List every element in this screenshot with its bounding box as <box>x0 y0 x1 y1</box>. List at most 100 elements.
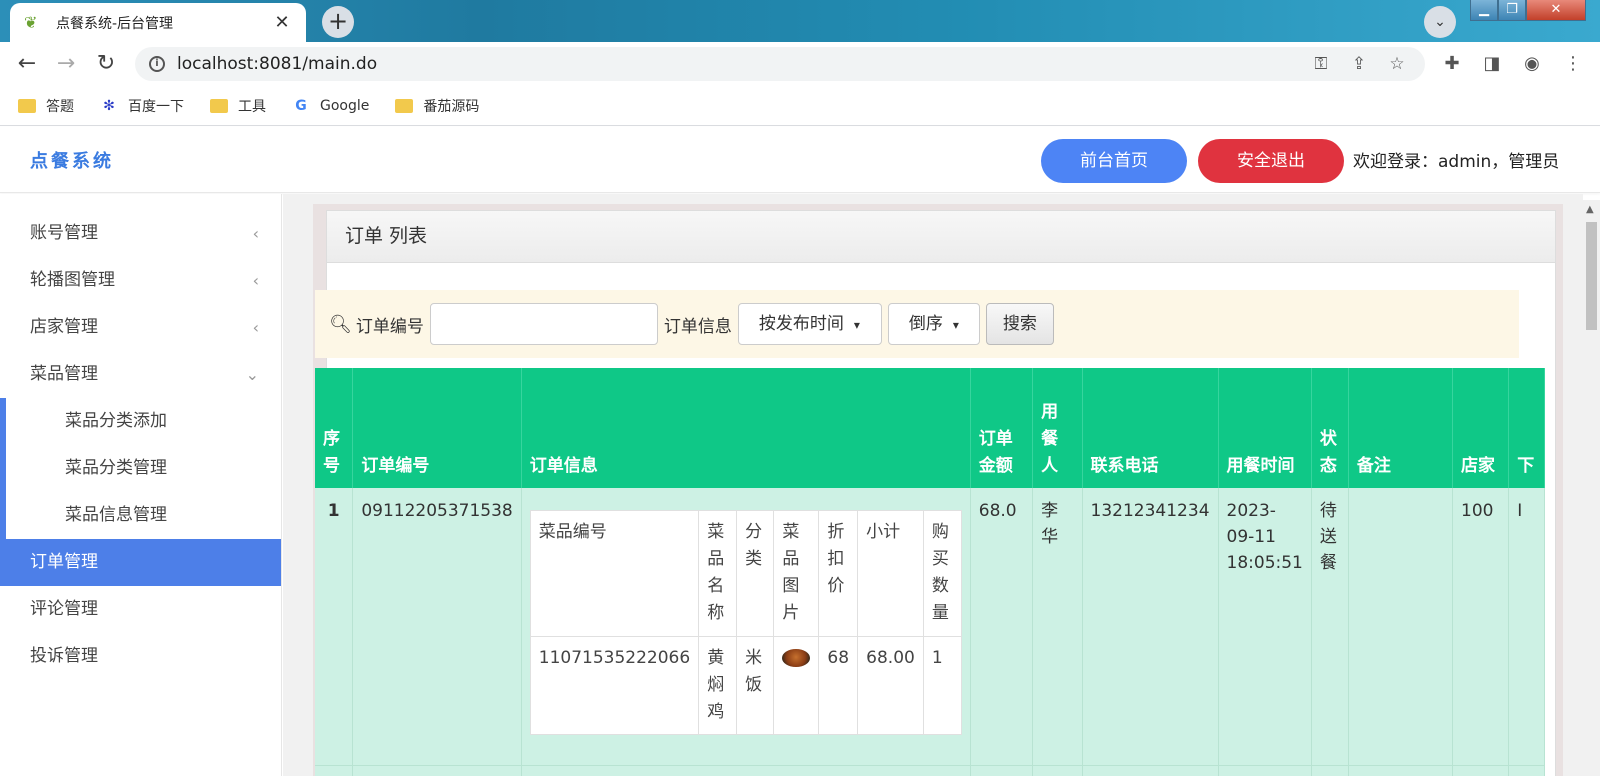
maximize-icon[interactable]: ❐ <box>1498 0 1526 21</box>
address-toolbar: ← → ↻ i localhost:8081/main.do ⚿ ⇪ ☆ ✚ ◨… <box>0 42 1600 86</box>
table-row[interactable] <box>315 765 1545 776</box>
order-items-table: 菜品编号 菜品名称 分类 菜品图片 折扣价 小计 购买数量 1107153522… <box>529 510 962 735</box>
cell-index: 1 <box>315 488 354 766</box>
inner-cell-subtotal: 68.00 <box>857 636 924 735</box>
scrollbar-thumb[interactable] <box>1586 222 1597 330</box>
col-order-info: 订单信息 <box>521 368 971 488</box>
sidebar-subitem-category-add[interactable]: 菜品分类添加 <box>6 398 281 445</box>
sort-field-select[interactable]: 按发布时间 ▾ <box>737 303 882 345</box>
sort-field-value: 按发布时间 <box>758 314 844 334</box>
inner-col-category: 分类 <box>736 510 775 637</box>
table-row[interactable]: 1 09112205371538 菜品编号 菜品名称 分类 菜品图片 折扣价 小… <box>315 488 1545 766</box>
sort-order-select[interactable]: 倒序 ▾ <box>887 303 980 345</box>
panel-title: 订单 列表 <box>327 211 1555 263</box>
browser-tab-strip: ❦ 点餐系统-后台管理 ✕ + ⌄ ▁ ❐ ✕ <box>0 0 1600 42</box>
bookmark-label: 番茄源码 <box>423 98 480 115</box>
cell-shop: 100 <box>1452 488 1510 766</box>
bookmark-label: Google <box>320 97 370 114</box>
order-no-input[interactable] <box>429 303 658 345</box>
brand-title[interactable]: 点餐系统 <box>30 147 114 173</box>
chevron-down-icon: ▾ <box>952 318 959 332</box>
search-bar: 🔍︎ 订单编号 订单信息 按发布时间 ▾ 倒序 ▾ 搜索 <box>315 290 1519 358</box>
inner-col-dish-no: 菜品编号 <box>529 510 700 637</box>
inner-cell-image <box>773 636 820 735</box>
omnibox[interactable]: i localhost:8081/main.do ⚿ ⇪ ☆ <box>135 47 1425 81</box>
folder-icon <box>18 98 36 113</box>
cell-order-info: 菜品编号 菜品名称 分类 菜品图片 折扣价 小计 购买数量 1107153522… <box>521 488 971 766</box>
cell-remark <box>1348 488 1454 766</box>
bookmark-item[interactable]: 工具 <box>210 96 266 116</box>
sidebar-item-dishes[interactable]: 菜品管理 ⌄ <box>0 351 281 398</box>
back-arrow-icon[interactable]: ← <box>13 50 41 78</box>
chevron-down-icon: ▾ <box>853 318 860 332</box>
side-panel-icon[interactable]: ◨ <box>1479 51 1505 77</box>
tab-search-chevron-icon[interactable]: ⌄ <box>1424 6 1456 38</box>
inner-col-discount: 折扣价 <box>818 510 859 637</box>
window-controls: ▁ ❐ ✕ <box>1470 0 1586 22</box>
chevron-down-icon: ⌄ <box>245 365 259 384</box>
dish-photo[interactable] <box>782 649 811 667</box>
col-phone: 联系电话 <box>1082 368 1219 488</box>
sidebar-item-comments[interactable]: 评论管理 <box>0 586 281 633</box>
sidebar-subitem-category-manage[interactable]: 菜品分类管理 <box>6 445 281 492</box>
folder-icon <box>395 98 414 113</box>
chevron-left-icon: ‹ <box>252 224 259 243</box>
minimize-icon[interactable]: ▁ <box>1470 0 1498 21</box>
col-extra: 下 <box>1508 368 1545 488</box>
order-info-label: 订单信息 <box>663 316 732 337</box>
sidebar-item-orders[interactable]: 订单管理 <box>0 539 281 586</box>
app-header: 点餐系统 前台首页 安全退出 欢迎登录：admin，管理员 <box>0 127 1600 193</box>
baidu-paw-icon: ✻ <box>103 97 115 114</box>
bookmark-star-icon[interactable]: ☆ <box>1383 54 1411 74</box>
folder-icon <box>210 98 228 113</box>
cell-extra: I <box>1508 488 1545 766</box>
sidebar-subitem-dish-info[interactable]: 菜品信息管理 <box>6 492 281 539</box>
inner-col-subtotal: 小计 <box>857 510 924 637</box>
sort-order-value: 倒序 <box>908 314 943 334</box>
url-text[interactable]: localhost:8081/main.do <box>177 54 1297 74</box>
cell-amount: 68.0 <box>970 488 1034 766</box>
inner-header-row: 菜品编号 菜品名称 分类 菜品图片 折扣价 小计 购买数量 <box>529 510 962 637</box>
orders-table: 序号 订单编号 订单信息 订单金额 用餐人 联系电话 用餐时间 状态 备注 店家… <box>315 368 1545 776</box>
key-icon[interactable]: ⚿ <box>1307 54 1335 74</box>
browser-tab[interactable]: ❦ 点餐系统-后台管理 ✕ <box>10 3 306 42</box>
new-tab-button[interactable]: + <box>322 6 354 38</box>
site-info-icon[interactable]: i <box>149 56 165 72</box>
sidebar-item-label: 菜品管理 <box>30 364 98 384</box>
sidebar-item-accounts[interactable]: 账号管理 ‹ <box>0 210 281 257</box>
col-remark: 备注 <box>1348 368 1454 488</box>
front-home-button[interactable]: 前台首页 <box>1041 139 1187 183</box>
bookmark-item[interactable]: ✻ 百度一下 <box>100 96 184 116</box>
inner-cell-qty: 1 <box>922 636 962 735</box>
cell-time: 2023-09-11 18:05:51 <box>1218 488 1312 766</box>
bookmark-item[interactable]: G Google <box>292 98 369 114</box>
bookmark-item[interactable]: 番茄源码 <box>395 96 479 116</box>
share-icon[interactable]: ⇪ <box>1345 54 1373 74</box>
tab-close-icon[interactable]: ✕ <box>272 12 292 33</box>
main-content: 订单 列表 🔍︎ 订单编号 订单信息 按发布时间 ▾ 倒序 ▾ 搜索 序号 订单编号… <box>283 194 1583 776</box>
sidebar-item-complaints[interactable]: 投诉管理 <box>0 633 281 680</box>
order-no-label: 订单编号 <box>355 316 424 337</box>
sidebar-item-shops[interactable]: 店家管理 ‹ <box>0 304 281 351</box>
profile-avatar-icon[interactable]: ◉ <box>1519 51 1545 77</box>
reload-icon[interactable]: ↻ <box>92 50 120 78</box>
scroll-up-arrow-icon[interactable]: ▲ <box>1586 204 1594 215</box>
col-order-no: 订单编号 <box>352 368 522 488</box>
inner-cell-category: 米饭 <box>736 636 775 735</box>
window-close-icon[interactable]: ✕ <box>1526 0 1586 21</box>
search-button[interactable]: 搜索 <box>985 303 1054 345</box>
logout-button[interactable]: 安全退出 <box>1198 139 1344 183</box>
forward-arrow-icon[interactable]: → <box>52 50 80 78</box>
sidebar-item-carousel[interactable]: 轮播图管理 ‹ <box>0 257 281 304</box>
inner-col-image: 菜品图片 <box>773 510 820 637</box>
kebab-menu-icon[interactable]: ⋮ <box>1560 51 1586 77</box>
sidebar-item-label: 店家管理 <box>30 317 98 337</box>
spring-leaf-icon: ❦ <box>24 12 38 32</box>
inner-col-qty: 购买数量 <box>922 510 962 637</box>
extensions-puzzle-icon[interactable]: ✚ <box>1439 51 1465 77</box>
col-diner: 用餐人 <box>1032 368 1083 488</box>
page-scrollbar[interactable]: ▲ <box>1583 200 1600 776</box>
bookmark-item[interactable]: 答题 <box>18 96 74 116</box>
inner-cell-dish-no: 11071535222066 <box>529 636 700 735</box>
col-shop: 店家 <box>1452 368 1510 488</box>
